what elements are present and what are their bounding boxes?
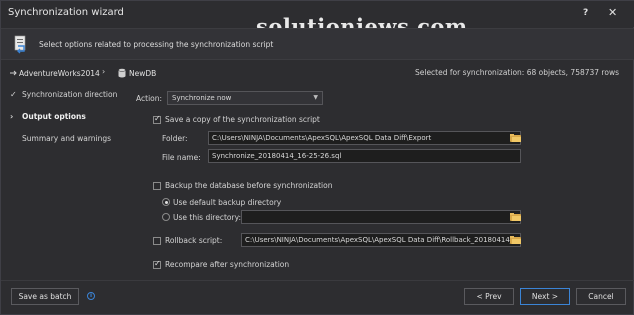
action-selected-value: Synchronize now: [172, 94, 232, 102]
rollback-checkbox[interactable]: [153, 237, 161, 245]
wizard-header: Select options related to processing the…: [1, 28, 634, 60]
default-backup-dir-label: Use default backup directory: [173, 198, 282, 207]
next-button[interactable]: Next >: [520, 288, 570, 305]
cancel-button[interactable]: Cancel: [576, 288, 626, 305]
script-sync-icon: [14, 35, 26, 54]
arrow-right-icon: [10, 70, 17, 76]
save-copy-checkbox[interactable]: [153, 114, 161, 124]
current-step-icon: ›: [10, 112, 14, 121]
folder-icon[interactable]: [510, 134, 521, 142]
default-backup-dir-radio[interactable]: [162, 198, 170, 206]
database-row: AdventureWorks2014 › NewDB Selected for …: [1, 63, 634, 83]
info-icon[interactable]: i: [87, 292, 95, 300]
backup-directory-input[interactable]: [241, 210, 521, 224]
target-database-name: NewDB: [129, 69, 157, 78]
chevron-down-icon: ▼: [313, 94, 318, 101]
chevron-right-icon: ›: [102, 67, 106, 76]
backup-label: Backup the database before synchronizati…: [165, 181, 333, 190]
footer-divider: [1, 280, 634, 281]
custom-backup-dir-label: Use this directory:: [173, 213, 241, 222]
database-icon: [118, 68, 126, 78]
folder-icon[interactable]: [510, 236, 521, 244]
action-dropdown[interactable]: Synchronize now ▼: [167, 91, 323, 105]
close-button[interactable]: ✕: [608, 6, 617, 19]
filename-label: File name:: [162, 153, 201, 162]
save-copy-label: Save a copy of the synchronization scrip…: [165, 115, 320, 124]
selection-summary: Selected for synchronization: 68 objects…: [414, 68, 619, 77]
backup-checkbox[interactable]: [153, 182, 161, 190]
checkmark-icon: ✓: [10, 90, 17, 99]
step-synchronization-direction[interactable]: ✓ Synchronization direction: [10, 90, 117, 99]
recompare-label: Recompare after synchronization: [165, 260, 290, 269]
recompare-checkbox[interactable]: [153, 259, 161, 269]
step-summary-and-warnings[interactable]: Summary and warnings: [10, 134, 111, 143]
action-label: Action:: [136, 94, 163, 103]
step-label: Synchronization direction: [22, 90, 118, 99]
header-description: Select options related to processing the…: [39, 40, 274, 49]
custom-backup-dir-radio[interactable]: [162, 213, 170, 221]
source-database-name: AdventureWorks2014: [19, 69, 100, 78]
window-title: Synchronization wizard: [8, 7, 124, 18]
prev-button[interactable]: < Prev: [464, 288, 514, 305]
folder-label: Folder:: [162, 134, 188, 143]
help-button[interactable]: ?: [583, 8, 588, 18]
filename-input[interactable]: Synchronize_20180414_16-25-26.sql: [208, 149, 521, 163]
rollback-label: Rollback script:: [165, 236, 223, 245]
step-output-options[interactable]: › Output options: [10, 112, 86, 121]
synchronization-wizard-window: Synchronization wizard ? ✕ solutioniews.…: [0, 0, 634, 315]
save-as-batch-button[interactable]: Save as batch: [11, 288, 79, 305]
folder-input[interactable]: C:\Users\NINJA\Documents\ApexSQL\ApexSQL…: [208, 131, 521, 145]
step-label: Output options: [22, 112, 86, 121]
rollback-script-input[interactable]: C:\Users\NINJA\Documents\ApexSQL\ApexSQL…: [241, 233, 521, 247]
folder-icon[interactable]: [510, 213, 521, 221]
step-label: Summary and warnings: [22, 134, 112, 143]
